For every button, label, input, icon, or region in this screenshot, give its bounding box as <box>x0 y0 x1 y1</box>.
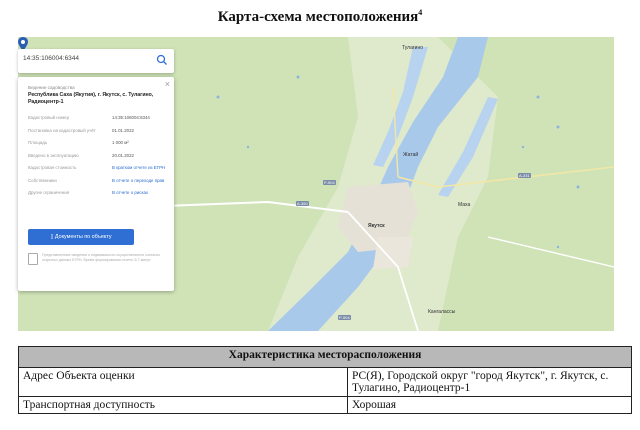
road-badge: А-360 <box>296 201 309 206</box>
property-key: Введено в эксплуатацию <box>28 152 79 158</box>
property-value: 1 000 м² <box>112 140 129 145</box>
row-value: РС(Я), Городской округ "город Якутск", г… <box>347 367 632 397</box>
map-label-tulagino: Тулагино <box>402 45 424 51</box>
property-row: Введено в эксплуатацию 20.01.2022 <box>28 153 168 166</box>
property-link[interactable]: В отчете о рисках <box>112 190 168 195</box>
info-panel: × Ведение садоводства Республика Саха (Я… <box>18 37 174 291</box>
property-key: Собственники <box>28 177 57 183</box>
property-link[interactable]: В отчете о переходе прав <box>112 178 168 183</box>
road-badge: А-331 <box>518 173 531 178</box>
property-row: Кадастровый номер 14:35:106004:6344 <box>28 115 168 128</box>
search-icon[interactable] <box>156 54 168 66</box>
map-label-zhatay: Жатай <box>403 152 419 158</box>
map-label-markha: Маха <box>458 202 471 208</box>
page-title: Карта-схема местоположения4 <box>217 8 423 25</box>
object-address: Республика Саха (Якутия), г. Якутск, с. … <box>28 92 154 105</box>
road-badge: Р-504 <box>323 180 336 185</box>
property-key: Кадастровый номер <box>28 115 70 120</box>
object-card: × Ведение садоводства Республика Саха (Я… <box>18 77 174 291</box>
map-label-kangalassy: Кангалассы <box>428 309 456 315</box>
property-key: Площадь <box>28 140 48 145</box>
property-row: Другие ограничения В отчете о рисках <box>28 190 168 203</box>
property-value: 01.01.2022 <box>112 127 134 133</box>
property-row: Кадастровая стоимость В кратком отчете из… <box>28 165 168 178</box>
property-row: Площадь 1 000 м² <box>28 140 168 153</box>
search-input[interactable] <box>23 55 143 62</box>
property-key: Кадастровая стоимость <box>28 165 77 170</box>
row-label: Транспортная доступность <box>18 396 348 414</box>
property-link[interactable]: В кратком отчете из ЕГРН <box>112 165 168 170</box>
property-row: Собственники В отчете о переходе прав <box>28 178 168 191</box>
document-icon <box>28 253 38 265</box>
search-box <box>18 49 174 73</box>
property-value: 20.01.2022 <box>112 152 134 158</box>
property-key: Постановка на кадастровый учёт <box>28 127 96 133</box>
object-properties: Кадастровый номер 14:35:106004:6344 Постан… <box>28 115 168 203</box>
map-label-yakutsk: Якутск <box>368 223 385 229</box>
notice-text: Представленные сведения о недвижимости о… <box>42 253 161 262</box>
documents-button[interactable]: ▯ Документы по объекту <box>28 229 134 245</box>
table-header: Характеристика месторасположения <box>18 346 632 368</box>
row-label: Адрес Объекта оценки <box>18 367 348 397</box>
table-row: Адрес Объекта оценки РС(Я), Городской ок… <box>18 367 632 397</box>
row-value: Хорошая <box>347 396 632 414</box>
road-badge: Р-504 <box>338 315 351 320</box>
table-row: Транспортная доступность Хорошая <box>18 396 632 414</box>
property-row: Постановка на кадастровый учёт 01.01.2022 <box>28 128 168 141</box>
object-type-label: Ведение садоводства <box>28 85 75 90</box>
property-value: 14:35:106004:6344 <box>112 115 150 120</box>
property-key: Другие ограничения <box>28 190 70 195</box>
location-characteristics-table: Характеристика месторасположения Адрес О… <box>18 346 632 414</box>
